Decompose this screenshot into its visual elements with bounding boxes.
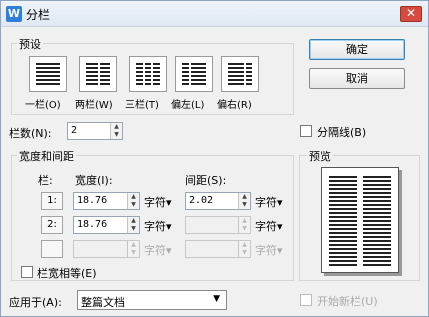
width-spinner-3: ▲ ▼	[73, 240, 140, 258]
apply-to-label: 应用于(A):	[9, 296, 62, 309]
spacing-spinner-1[interactable]: 2.02 ▲ ▼	[185, 192, 251, 210]
preset-label-left: 偏左(L)	[171, 100, 205, 111]
apply-to-select[interactable]: 整篇文档 ▼	[77, 290, 227, 310]
cancel-button[interactable]: 取消	[309, 68, 405, 89]
preset-three-columns[interactable]	[129, 56, 167, 92]
preset-right[interactable]	[221, 56, 259, 92]
width-spinner-2[interactable]: 18.76 ▲ ▼	[73, 216, 140, 234]
width-unit-3: 字符▾	[144, 244, 172, 257]
preview-group-label: 预览	[307, 148, 333, 164]
new-column-checkbox	[300, 294, 312, 306]
width-value: 18.76	[77, 219, 108, 230]
spin-up-icon: ▲	[242, 217, 247, 224]
spin-up-icon[interactable]: ▲	[128, 217, 139, 225]
spin-down-icon: ▼	[242, 225, 247, 232]
columns-dialog: W 分栏 ✕ 预设 一栏(O) 两栏(W) 三栏(T) 偏左(L) 偏右(R) …	[0, 0, 429, 317]
preset-left[interactable]	[175, 56, 213, 92]
spin-down-icon[interactable]: ▼	[128, 201, 139, 209]
separator-checkbox[interactable]	[300, 125, 312, 137]
dialog-title: 分栏	[26, 8, 51, 22]
row-index: 2:	[41, 216, 63, 234]
spacing-unit-1[interactable]: 字符▾	[255, 194, 283, 210]
spin-up-icon[interactable]: ▲	[111, 123, 122, 131]
column-count-spinner[interactable]: 2 ▲ ▼	[67, 122, 123, 140]
column-count-value: 2	[71, 125, 78, 136]
spacing-spinner-3: ▲ ▼	[185, 240, 251, 258]
preview-page	[321, 167, 399, 273]
title-bar: W 分栏 ✕	[1, 1, 428, 27]
close-button[interactable]: ✕	[400, 6, 422, 22]
one-column-icon	[36, 63, 60, 85]
spin-down-icon: ▼	[242, 249, 247, 256]
spin-up-icon: ▲	[131, 241, 136, 248]
preset-label-right: 偏右(R)	[217, 100, 252, 111]
width-spacing-group-label: 宽度和间距	[17, 148, 76, 164]
spin-up-icon[interactable]: ▲	[239, 193, 250, 201]
row-index: 1:	[41, 192, 63, 210]
wps-writer-icon: W	[6, 6, 22, 22]
width-unit-1[interactable]: 字符▾	[144, 194, 172, 210]
three-columns-icon	[136, 63, 160, 85]
preset-label-one: 一栏(O)	[25, 100, 61, 111]
left-column-icon	[182, 63, 206, 85]
presets-group-label: 预设	[17, 36, 43, 52]
width-header: 宽度(I):	[75, 174, 113, 187]
apply-to-value: 整篇文档	[81, 296, 125, 309]
preset-label-two: 两栏(W)	[75, 100, 113, 111]
spacing-unit-2[interactable]: 字符▾	[255, 218, 283, 234]
new-column-label: 开始新栏(U)	[317, 295, 378, 308]
equal-width-checkbox[interactable]	[21, 266, 33, 278]
right-column-icon	[228, 63, 252, 85]
spacing-value: 2.02	[189, 195, 214, 206]
preset-one-column[interactable]	[29, 56, 67, 92]
spacing-header: 间距(S):	[185, 174, 227, 187]
width-value: 18.76	[77, 195, 108, 206]
spin-down-icon[interactable]: ▼	[128, 225, 139, 233]
spin-down-icon[interactable]: ▼	[239, 201, 250, 209]
spin-down-icon[interactable]: ▼	[111, 131, 122, 139]
equal-width-label: 栏宽相等(E)	[37, 267, 97, 280]
separator-label: 分隔线(B)	[317, 126, 367, 139]
ok-button[interactable]: 确定	[309, 39, 405, 60]
spin-up-icon: ▲	[242, 241, 247, 248]
spacing-spinner-2: ▲ ▼	[185, 216, 251, 234]
spin-down-icon: ▼	[131, 249, 136, 256]
preset-two-columns[interactable]	[79, 56, 117, 92]
column-count-label: 栏数(N):	[9, 127, 52, 140]
preset-label-three: 三栏(T)	[125, 100, 159, 111]
chevron-down-icon: ▼	[213, 294, 220, 304]
spacing-unit-3: 字符▾	[255, 244, 283, 257]
col-header: 栏:	[38, 174, 53, 187]
preview-column-right	[363, 176, 391, 266]
preview-column-left	[329, 176, 357, 266]
row-index	[41, 240, 63, 258]
spin-up-icon[interactable]: ▲	[128, 193, 139, 201]
width-spinner-1[interactable]: 18.76 ▲ ▼	[73, 192, 140, 210]
width-unit-2[interactable]: 字符▾	[144, 218, 172, 234]
